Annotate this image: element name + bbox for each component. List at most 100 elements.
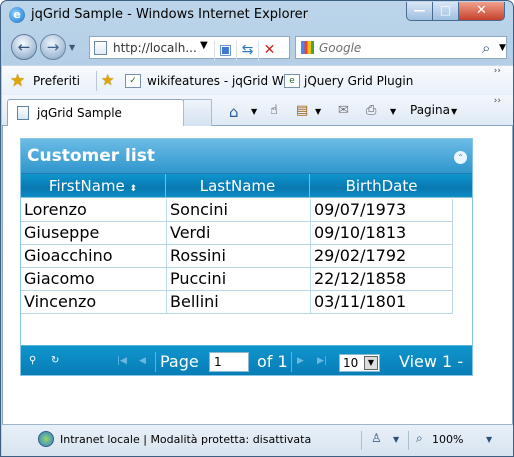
cell-lastname[interactable]: Rossini xyxy=(166,245,309,267)
forward-button[interactable]: → xyxy=(40,34,66,60)
table-row[interactable]: Giacomo Puccini 22/12/1858 xyxy=(21,268,453,291)
search-records-icon[interactable]: ⚲ xyxy=(29,355,36,366)
previous-page-icon[interactable]: ◀ xyxy=(139,356,146,366)
status-divider xyxy=(408,431,409,450)
cell-firstname[interactable]: Lorenzo xyxy=(21,199,165,221)
protected-mode-dropdown-icon[interactable]: ▼ xyxy=(393,435,399,444)
compatibility-view-icon[interactable]: ▣ xyxy=(214,41,236,61)
rows-per-page-value[interactable]: 10 xyxy=(343,356,358,370)
home-dropdown-icon[interactable]: ▼ xyxy=(251,107,257,116)
column-header-firstname[interactable]: FirstName ⬍ xyxy=(21,175,165,197)
rows-per-page-select[interactable]: 10 ▼ xyxy=(339,354,380,372)
search-box[interactable]: Google ⌕ ▼ xyxy=(295,36,507,59)
stop-icon[interactable]: ✕ xyxy=(258,41,280,61)
cell-lastname[interactable]: Verdi xyxy=(166,222,309,244)
cell-lastname[interactable]: Puccini xyxy=(166,268,309,290)
print-dropdown-icon[interactable]: ▼ xyxy=(390,107,396,116)
page-number-input[interactable]: 1 xyxy=(209,352,249,372)
maximize-button[interactable]: □ xyxy=(432,2,459,21)
cell-birthdate[interactable]: 09/10/1813 xyxy=(310,222,453,244)
sort-icon[interactable]: ⬍ xyxy=(130,184,138,194)
title-bar: e jqGrid Sample - Windows Internet Explo… xyxy=(1,1,513,29)
zoom-dropdown-icon[interactable]: ▼ xyxy=(486,435,492,444)
google-icon xyxy=(301,41,314,54)
zoom-icon[interactable]: ⌕ xyxy=(416,431,423,446)
add-favorite-icon[interactable]: ★ xyxy=(101,71,114,89)
grid-caption: Customer list xyxy=(27,146,155,166)
tab-jqgrid-sample[interactable]: jqGrid Sample xyxy=(7,99,184,126)
page-menu[interactable]: Pagina xyxy=(410,103,450,117)
record-view-info: View 1 - xyxy=(399,352,464,371)
back-button[interactable]: ← xyxy=(11,34,37,60)
print-icon[interactable]: ⎙ xyxy=(366,103,376,118)
cell-birthdate[interactable]: 03/11/1801 xyxy=(310,291,453,313)
select-arrow-icon[interactable]: ▼ xyxy=(364,356,378,370)
wiki-favorite-icon: ✓ xyxy=(125,74,141,88)
column-label-firstname[interactable]: FirstName xyxy=(49,177,125,195)
table-row[interactable]: Lorenzo Soncini 09/07/1973 xyxy=(21,199,453,222)
hand-pointer-icon[interactable]: ☝ xyxy=(270,103,278,118)
cell-birthdate[interactable]: 09/07/1973 xyxy=(310,199,453,221)
last-page-icon[interactable]: ▶| xyxy=(317,356,327,366)
cell-lastname[interactable]: Soncini xyxy=(166,199,309,221)
address-text[interactable]: http://localh... xyxy=(113,41,197,55)
intranet-zone-icon xyxy=(38,431,54,447)
page-icon xyxy=(94,41,107,55)
pager-divider xyxy=(155,352,156,372)
zoom-level[interactable]: 100% xyxy=(432,433,463,446)
tab-label[interactable]: jqGrid Sample xyxy=(37,106,122,120)
new-tab-button[interactable] xyxy=(183,99,212,126)
search-icon[interactable]: ⌕ xyxy=(482,39,490,57)
cell-firstname[interactable]: Vincenzo xyxy=(21,291,165,313)
grid-header: FirstName ⬍ LastName BirthDate xyxy=(21,174,472,198)
cell-firstname[interactable]: Gioacchino xyxy=(21,245,165,267)
search-placeholder[interactable]: Google xyxy=(319,41,361,55)
column-header-birthdate[interactable]: BirthDate xyxy=(310,175,453,197)
cell-lastname[interactable]: Bellini xyxy=(166,291,309,313)
protected-mode-icon[interactable]: ♙ xyxy=(371,431,382,445)
window-title: jqGrid Sample - Windows Internet Explore… xyxy=(31,7,309,22)
home-icon[interactable]: ⌂ xyxy=(229,103,239,121)
refresh-icon[interactable]: ⇆ xyxy=(236,41,258,61)
internet-explorer-icon: e xyxy=(9,7,25,23)
cell-birthdate[interactable]: 22/12/1858 xyxy=(310,268,453,290)
feeds-dropdown-icon[interactable]: ▼ xyxy=(315,107,321,116)
ie-window: e jqGrid Sample - Windows Internet Explo… xyxy=(0,0,514,457)
feeds-icon[interactable]: ▤ xyxy=(296,103,308,118)
collapse-icon[interactable]: ⌃ xyxy=(454,151,467,164)
more-favorites-icon[interactable]: ›› xyxy=(494,66,501,76)
first-page-icon[interactable]: |◀ xyxy=(117,356,127,366)
page-label: Page xyxy=(160,352,199,371)
favorite-wikifeatures[interactable]: wikifeatures - jqGrid Wiki xyxy=(147,74,297,88)
navigation-bar: ← → ▼ http://localh... ▼ ▣ ⇆ ✕ Google ⌕ … xyxy=(1,29,513,65)
address-dropdown-icon[interactable]: ▼ xyxy=(200,40,208,51)
customer-grid: Customer list ⌃ FirstName ⬍ LastName Bir… xyxy=(20,138,473,376)
tab-bar: jqGrid Sample ⌂ ▼ ☝ ▤ ▼ ✉ ⎙ ▼ Pagina ▼ ›… xyxy=(2,95,513,126)
more-commands-icon[interactable]: ›› xyxy=(494,96,501,106)
column-header-lastname[interactable]: LastName xyxy=(166,175,309,197)
pager-divider xyxy=(291,352,292,372)
close-button[interactable]: ✕ xyxy=(458,2,505,21)
next-page-icon[interactable]: ▶ xyxy=(297,356,304,366)
table-row[interactable]: Giuseppe Verdi 09/10/1813 xyxy=(21,222,453,245)
page-menu-dropdown-icon[interactable]: ▼ xyxy=(451,107,457,116)
address-bar[interactable]: http://localh... ▼ ▣ ⇆ ✕ xyxy=(89,36,290,61)
cell-firstname[interactable]: Giacomo xyxy=(21,268,165,290)
mail-icon[interactable]: ✉ xyxy=(338,103,349,118)
cell-birthdate[interactable]: 29/02/1792 xyxy=(310,245,453,267)
grid-caption-bar: Customer list ⌃ xyxy=(21,139,472,174)
reload-icon[interactable]: ↻ xyxy=(51,355,59,366)
search-dropdown-icon[interactable]: ▼ xyxy=(499,43,506,53)
favorites-button[interactable]: Preferiti xyxy=(33,74,80,88)
recent-pages-dropdown-icon[interactable]: ▼ xyxy=(69,43,75,52)
grid-pager: ⚲ ↻ |◀ ◀ Page 1 of 1 ▶ ▶| 10 ▼ View 1 - xyxy=(21,345,472,375)
table-row[interactable]: Gioacchino Rossini 29/02/1792 xyxy=(21,245,453,268)
table-row[interactable]: Vincenzo Bellini 03/11/1801 xyxy=(21,291,453,314)
cell-firstname[interactable]: Giuseppe xyxy=(21,222,165,244)
minimize-button[interactable]: — xyxy=(406,2,433,21)
favorite-jquery-grid-plugin[interactable]: jQuery Grid Plugin xyxy=(304,74,413,88)
status-bar: Intranet locale | Modalità protetta: dis… xyxy=(2,424,513,456)
favorites-star-icon[interactable]: ★ xyxy=(10,71,25,91)
favorites-bar: ★ Preferiti ★ ✓ wikifeatures - jqGrid Wi… xyxy=(2,65,513,95)
jquery-grid-favorite-icon: e xyxy=(284,74,300,88)
